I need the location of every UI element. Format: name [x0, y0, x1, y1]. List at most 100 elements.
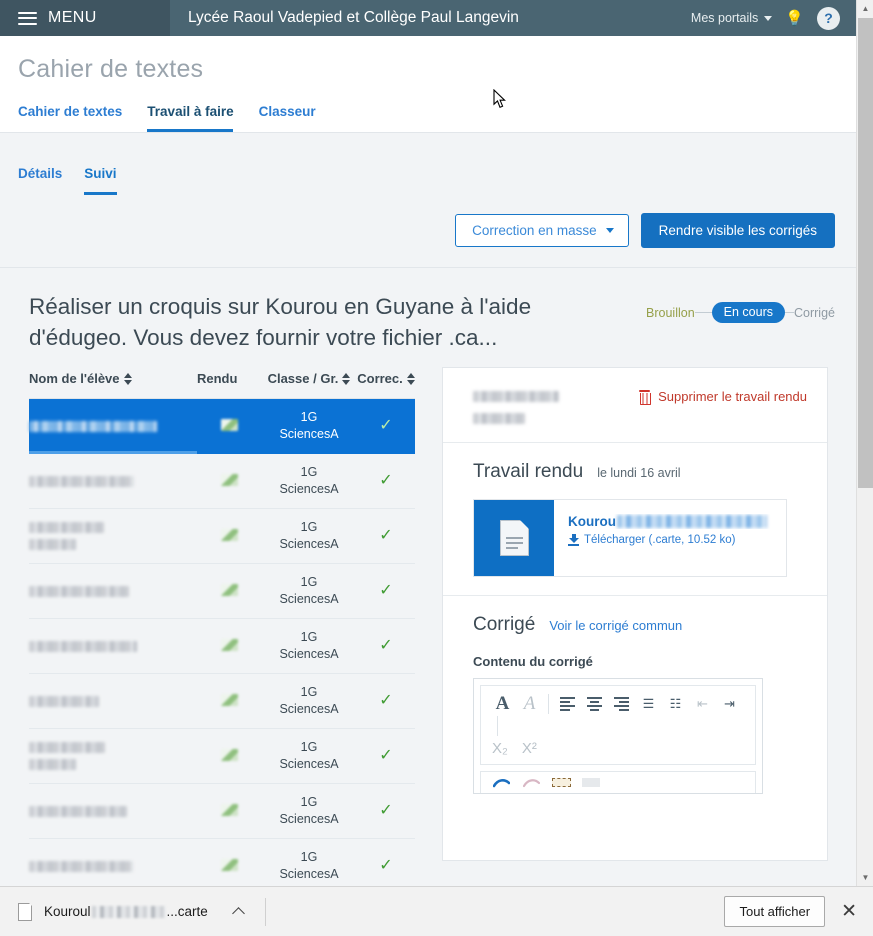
correction-editor[interactable]: A A ☰ ☷ ⇤ ⇥ X₂	[473, 678, 763, 794]
cell-correction: ✓	[357, 454, 415, 509]
column-header-rendu[interactable]: Rendu	[197, 367, 261, 399]
application-root: MENU Lycée Raoul Vadepied et Collège Pau…	[0, 0, 873, 936]
indent-icon[interactable]: ⇥	[716, 692, 743, 716]
delete-submission-label: Supprimer le travail rendu	[658, 389, 807, 404]
column-header-classe-label: Classe / Gr.	[268, 371, 339, 386]
download-file-label: Télécharger (.carte, 10.52 ko)	[584, 534, 736, 546]
classe-value: 1GSciencesA	[261, 519, 357, 553]
bulk-correction-label: Correction en masse	[472, 223, 597, 238]
help-button[interactable]: ?	[817, 7, 840, 30]
table-row[interactable]: 1GSciencesA✓	[29, 729, 415, 784]
superscript-icon[interactable]: X²	[522, 740, 537, 757]
tab-travail-a-faire[interactable]: Travail à faire	[147, 100, 245, 132]
trash-icon	[638, 390, 651, 404]
align-left-icon[interactable]	[554, 692, 581, 716]
classe-value: 1GSciencesA	[261, 684, 357, 718]
page-title: Cahier de textes	[0, 36, 856, 100]
pen-icon[interactable]	[486, 774, 516, 792]
italic-icon[interactable]: A	[516, 692, 543, 716]
outdent-icon[interactable]: ⇤	[689, 692, 716, 716]
file-thumbnail	[474, 500, 554, 576]
scroll-down-arrow[interactable]: ▼	[857, 869, 873, 886]
table-row[interactable]: 1GSciencesA✓	[29, 839, 415, 887]
table-row[interactable]: 1GSciencesA✓	[29, 784, 415, 839]
rendu-status-icon	[221, 529, 238, 541]
scrollbar-thumb[interactable]	[858, 18, 873, 488]
detail-student-name	[473, 386, 559, 424]
download-file-link[interactable]: Télécharger (.carte, 10.52 ko)	[568, 534, 776, 546]
page-scrollbar[interactable]: ▲ ▼	[856, 0, 873, 886]
align-right-icon[interactable]	[608, 692, 635, 716]
table-row[interactable]: 1GSciencesA✓	[29, 454, 415, 509]
delete-submission-button[interactable]: Supprimer le travail rendu	[638, 386, 807, 404]
submitted-file-name-text: Kourou	[568, 514, 616, 529]
cell-student-name	[29, 509, 197, 564]
cell-rendu	[197, 454, 261, 509]
header-tools: Mes portails 💡 ?	[691, 0, 856, 36]
pen-light-icon[interactable]	[516, 774, 546, 792]
status-tracker: Brouillon En cours Corrigé	[646, 291, 835, 323]
script-group: X₂ X²	[489, 736, 750, 760]
redacted-student-name	[29, 861, 133, 872]
view-common-correction-link[interactable]: Voir le corrigé commun	[549, 618, 682, 633]
check-icon: ✓	[379, 527, 392, 544]
subscript-icon[interactable]: X₂	[492, 740, 508, 757]
column-header-classe[interactable]: Classe / Gr.	[261, 367, 357, 399]
submitted-work-block: Travail rendu le lundi 16 avril Kourou	[443, 443, 827, 596]
table-header-row: Nom de l'élève Rendu	[29, 367, 415, 399]
correction-content-label: Contenu du corrigé	[473, 654, 807, 669]
cell-student-name	[29, 454, 197, 509]
status-step-corrige[interactable]: Corrigé	[794, 306, 835, 320]
tab-cahier-de-textes[interactable]: Cahier de textes	[18, 100, 134, 132]
dashed-box-icon[interactable]	[546, 774, 576, 792]
cell-rendu	[197, 729, 261, 784]
submitted-file-name[interactable]: Kourou	[568, 514, 776, 529]
table-row[interactable]: 1GSciencesA✓	[29, 399, 415, 454]
cell-correction: ✓	[357, 619, 415, 674]
chevron-up-icon[interactable]	[232, 907, 245, 920]
editor-toolbar-secondary	[480, 771, 756, 793]
sub-tabs: Détails Suivi	[0, 146, 856, 199]
cell-classe: 1GSciencesA	[261, 399, 357, 454]
submitted-file-card[interactable]: Kourou Télécharger (.carte, 10.52 ko)	[473, 499, 787, 577]
rendu-status-icon	[221, 804, 238, 816]
download-bar-actions: Tout afficher ✕	[724, 896, 873, 927]
download-item[interactable]: Kouroul ...carte	[0, 887, 243, 936]
make-corrections-visible-button[interactable]: Rendre visible les corrigés	[641, 213, 835, 248]
column-header-name[interactable]: Nom de l'élève	[29, 367, 197, 399]
status-badge-en-cours[interactable]: En cours	[712, 302, 785, 323]
cell-student-name	[29, 729, 197, 784]
column-header-correc[interactable]: Correc.	[357, 367, 415, 399]
table-row[interactable]: 1GSciencesA✓	[29, 564, 415, 619]
correction-title-row: Corrigé Voir le corrigé commun	[473, 614, 807, 636]
download-file-suffix: ...carte	[167, 904, 208, 919]
show-all-downloads-button[interactable]: Tout afficher	[724, 896, 825, 927]
lightbulb-icon[interactable]: 💡	[785, 11, 804, 26]
cell-rendu	[197, 674, 261, 729]
redacted-student-name	[29, 586, 129, 597]
status-step-brouillon[interactable]: Brouillon	[646, 306, 695, 320]
close-icon[interactable]: ✕	[841, 902, 857, 921]
misc-icon[interactable]	[576, 774, 606, 792]
align-center-icon[interactable]	[581, 692, 608, 716]
content-columns: Nom de l'élève Rendu	[0, 353, 856, 886]
check-icon: ✓	[379, 747, 392, 764]
tab-classeur[interactable]: Classeur	[259, 100, 328, 132]
bold-icon[interactable]: A	[489, 692, 516, 716]
subtab-suivi[interactable]: Suivi	[84, 166, 116, 199]
redacted-student-name	[29, 539, 76, 550]
toolbar-separator	[548, 694, 549, 714]
correction-block: Corrigé Voir le corrigé commun Contenu d…	[443, 596, 827, 812]
table-row[interactable]: 1GSciencesA✓	[29, 619, 415, 674]
main-content: Réaliser un croquis sur Kourou en Guyane…	[0, 269, 856, 886]
unordered-list-icon[interactable]: ☷	[662, 692, 689, 716]
subtab-details[interactable]: Détails	[18, 166, 62, 199]
table-row[interactable]: 1GSciencesA✓	[29, 674, 415, 729]
portals-dropdown[interactable]: Mes portails	[691, 11, 772, 25]
scroll-up-arrow[interactable]: ▲	[857, 0, 873, 17]
bulk-correction-button[interactable]: Correction en masse	[455, 214, 629, 247]
table-row[interactable]: 1GSciencesA ✓	[29, 509, 415, 564]
menu-button[interactable]: MENU	[0, 0, 170, 36]
detail-panel-scrollbar[interactable]	[819, 370, 826, 690]
ordered-list-icon[interactable]: ☰	[635, 692, 662, 716]
